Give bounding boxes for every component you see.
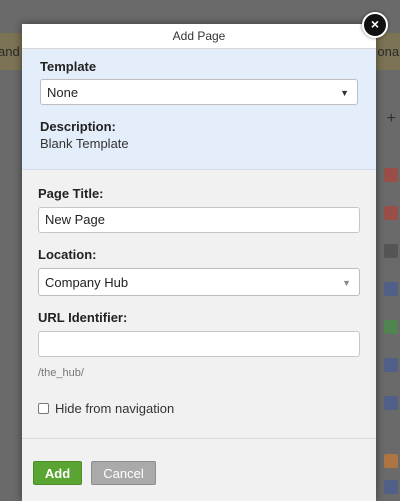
location-field: Location: Company Hub ▼ xyxy=(38,247,360,296)
description-value: Blank Template xyxy=(40,136,129,151)
side-icon-4 xyxy=(384,282,398,296)
chevron-down-icon: ▼ xyxy=(340,88,349,98)
template-select[interactable]: None ▼ xyxy=(40,79,358,105)
template-section: Template None ▼ Description: Blank Templ… xyxy=(22,49,376,170)
side-icon-8 xyxy=(384,454,398,468)
close-icon[interactable]: × xyxy=(362,12,388,38)
banner-right-text: onal xyxy=(377,44,400,59)
location-select[interactable]: Company Hub ▼ xyxy=(38,268,360,296)
banner-left-text: and xyxy=(0,44,20,59)
side-icon-3 xyxy=(384,244,398,258)
dialog-title: Add Page xyxy=(172,29,226,43)
side-icon-1 xyxy=(384,168,398,182)
side-icon-6 xyxy=(384,358,398,372)
hide-from-navigation-row[interactable]: Hide from navigation xyxy=(38,401,360,416)
hide-from-navigation-label: Hide from navigation xyxy=(55,401,175,416)
background-side-icons xyxy=(380,90,400,500)
description-label: Description: xyxy=(40,119,116,134)
chevron-down-icon: ▼ xyxy=(342,278,351,288)
url-identifier-field: URL Identifier: /the_hub/ xyxy=(38,310,360,379)
url-identifier-label: URL Identifier: xyxy=(38,310,128,325)
add-page-dialog: Add Page × Template None ▼ Description: … xyxy=(22,12,388,501)
template-label: Template xyxy=(40,59,97,74)
cancel-button[interactable]: Cancel xyxy=(91,461,156,485)
url-identifier-input[interactable] xyxy=(38,331,360,357)
hide-from-navigation-checkbox[interactable] xyxy=(38,403,49,414)
dialog-footer: Add Cancel xyxy=(22,438,376,501)
location-label: Location: xyxy=(38,247,97,262)
url-identifier-hint: /the_hub/ xyxy=(38,367,84,379)
template-selected-value: None xyxy=(47,85,79,100)
page-form: Page Title: New Page Location: Company H… xyxy=(22,170,376,449)
add-button[interactable]: Add xyxy=(33,461,82,485)
page-title-field: Page Title: New Page xyxy=(38,186,360,233)
side-icon-7 xyxy=(384,396,398,410)
side-icon-2 xyxy=(384,206,398,220)
location-selected-value: Company Hub xyxy=(45,275,129,290)
side-icon-9 xyxy=(384,480,398,494)
page-title-input[interactable]: New Page xyxy=(38,207,360,233)
side-icon-5 xyxy=(384,320,398,334)
dialog-header: Add Page xyxy=(22,24,376,49)
page-title-label: Page Title: xyxy=(38,186,104,201)
